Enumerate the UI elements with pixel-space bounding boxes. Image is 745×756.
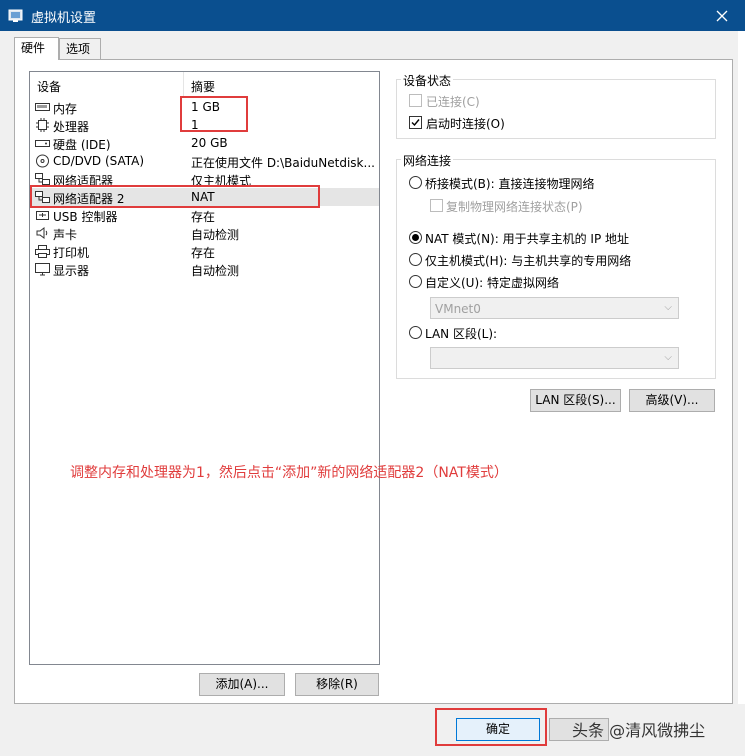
speaker-icon [36, 227, 48, 239]
host-only-label: 仅主机模式(H): 与主机共享的专用网络 [425, 254, 632, 268]
printer-icon [35, 245, 50, 258]
network-adapter-icon [35, 191, 50, 203]
device-name: 网络适配器 2 [53, 192, 125, 206]
custom-label: 自定义(U): 特定虚拟网络 [425, 276, 560, 290]
device-row-usb-controller[interactable]: USB 控制器 存在 [30, 206, 379, 224]
device-summary: 存在 [191, 210, 216, 224]
device-summary: 自动检测 [191, 264, 240, 278]
host-only-radio[interactable] [409, 253, 422, 266]
device-name: 网络适配器 [53, 174, 114, 188]
device-name: CD/DVD (SATA) [53, 154, 145, 168]
device-name: 硬盘 (IDE) [53, 138, 111, 152]
custom-vmnet-select[interactable]: VMnet0 ⌵ [430, 297, 679, 319]
memory-icon [35, 103, 50, 111]
lan-segments-button[interactable]: LAN 区段(S)... [530, 389, 621, 412]
replicate-state-checkbox[interactable] [430, 199, 443, 212]
ok-button[interactable]: 确定 [456, 718, 540, 741]
device-row-printer[interactable]: 打印机 存在 [30, 242, 379, 260]
processor-icon [36, 118, 49, 132]
bridged-label: 桥接模式(B): 直接连接物理网络 [425, 177, 595, 191]
close-icon [716, 10, 728, 21]
device-row-hard-disk[interactable]: 硬盘 (IDE) 20 GB [30, 134, 379, 152]
device-summary: 自动检测 [191, 228, 240, 242]
custom-vmnet-value: VMnet0 [435, 302, 481, 316]
watermark: 头条 @清风微拂尘 [572, 721, 706, 740]
replicate-state-label: 复制物理网络连接状态(P) [446, 200, 583, 214]
monitor-icon [35, 263, 50, 276]
remove-device-button[interactable]: 移除(R) [295, 673, 379, 696]
device-summary: 正在使用文件 D:\BaiduNetdisk... [191, 156, 375, 170]
device-row-display[interactable]: 显示器 自动检测 [30, 260, 379, 278]
close-button[interactable] [699, 0, 745, 31]
device-summary: 20 GB [191, 136, 228, 150]
network-adapter-icon [35, 173, 50, 185]
device-row-cd-dvd[interactable]: CD/DVD (SATA) 正在使用文件 D:\BaiduNetdisk... [30, 152, 379, 170]
column-header-summary[interactable]: 摘要 [191, 78, 215, 95]
add-device-button[interactable]: 添加(A)... [199, 673, 285, 696]
device-row-network-adapter-2[interactable]: 网络适配器 2 NAT [30, 188, 379, 206]
hard-disk-icon [35, 140, 50, 147]
device-row-sound-card[interactable]: 声卡 自动检测 [30, 224, 379, 242]
device-summary: 存在 [191, 246, 216, 260]
device-name: 内存 [53, 102, 78, 116]
device-row-memory[interactable]: 内存 1 GB [30, 98, 379, 116]
bridged-radio[interactable] [409, 176, 422, 189]
lan-segment-radio[interactable] [409, 326, 422, 339]
tab-hardware[interactable]: 硬件 [14, 37, 59, 60]
connect-at-power-on-label: 启动时连接(O) [426, 117, 505, 131]
device-summary: 1 GB [191, 100, 220, 114]
device-name: 处理器 [53, 120, 90, 134]
annotation-text: 调整内存和处理器为1，然后点击“添加”新的网络适配器2（NAT模式） [70, 465, 508, 481]
device-summary: 仅主机模式 [191, 174, 252, 188]
vmware-app-icon [8, 9, 23, 22]
tab-hardware-label: 硬件 [21, 41, 46, 55]
window-right-edge [738, 31, 745, 756]
tab-options[interactable]: 选项 [59, 38, 101, 59]
checkmark-icon [411, 119, 420, 127]
window-title: 虚拟机设置 [31, 11, 97, 26]
device-summary: NAT [191, 190, 215, 204]
tab-options-label: 选项 [66, 42, 91, 56]
network-connection-title: 网络连接 [401, 152, 454, 169]
advanced-button[interactable]: 高级(V)... [629, 389, 715, 412]
chevron-down-icon: ⌵ [664, 302, 672, 313]
device-status-title: 设备状态 [401, 72, 454, 89]
lan-segment-select[interactable]: ⌵ [430, 347, 679, 369]
vm-settings-window: 虚拟机设置 硬件 选项 设备 摘要 内存 1 GB 处理器 1 硬盘 (IDE)… [0, 0, 745, 756]
device-name: 声卡 [53, 228, 78, 242]
title-bar[interactable]: 虚拟机设置 [0, 0, 745, 31]
lan-segment-label: LAN 区段(L): [425, 327, 498, 341]
device-list-header: 设备 摘要 [30, 72, 379, 96]
column-header-device[interactable]: 设备 [37, 78, 61, 95]
device-name: 显示器 [53, 264, 90, 278]
column-separator[interactable] [183, 72, 184, 96]
connected-label: 已连接(C) [426, 95, 480, 109]
custom-radio[interactable] [409, 275, 422, 288]
device-name: 打印机 [53, 246, 90, 260]
nat-label: NAT 模式(N): 用于共享主机的 IP 地址 [425, 232, 630, 246]
chevron-down-icon: ⌵ [664, 352, 672, 363]
device-row-processor[interactable]: 处理器 1 [30, 116, 379, 134]
cd-dvd-icon [36, 154, 49, 168]
nat-radio[interactable] [409, 231, 422, 244]
network-connection-group [396, 159, 716, 379]
connected-checkbox[interactable] [409, 94, 422, 107]
device-summary: 1 [191, 118, 199, 132]
device-row-network-adapter[interactable]: 网络适配器 仅主机模式 [30, 170, 379, 188]
connect-at-power-on-checkbox[interactable] [409, 116, 422, 129]
usb-icon [36, 211, 49, 220]
device-list[interactable]: 设备 摘要 内存 1 GB 处理器 1 硬盘 (IDE) 20 GB CD/DV… [29, 71, 380, 665]
device-name: USB 控制器 [53, 210, 118, 224]
